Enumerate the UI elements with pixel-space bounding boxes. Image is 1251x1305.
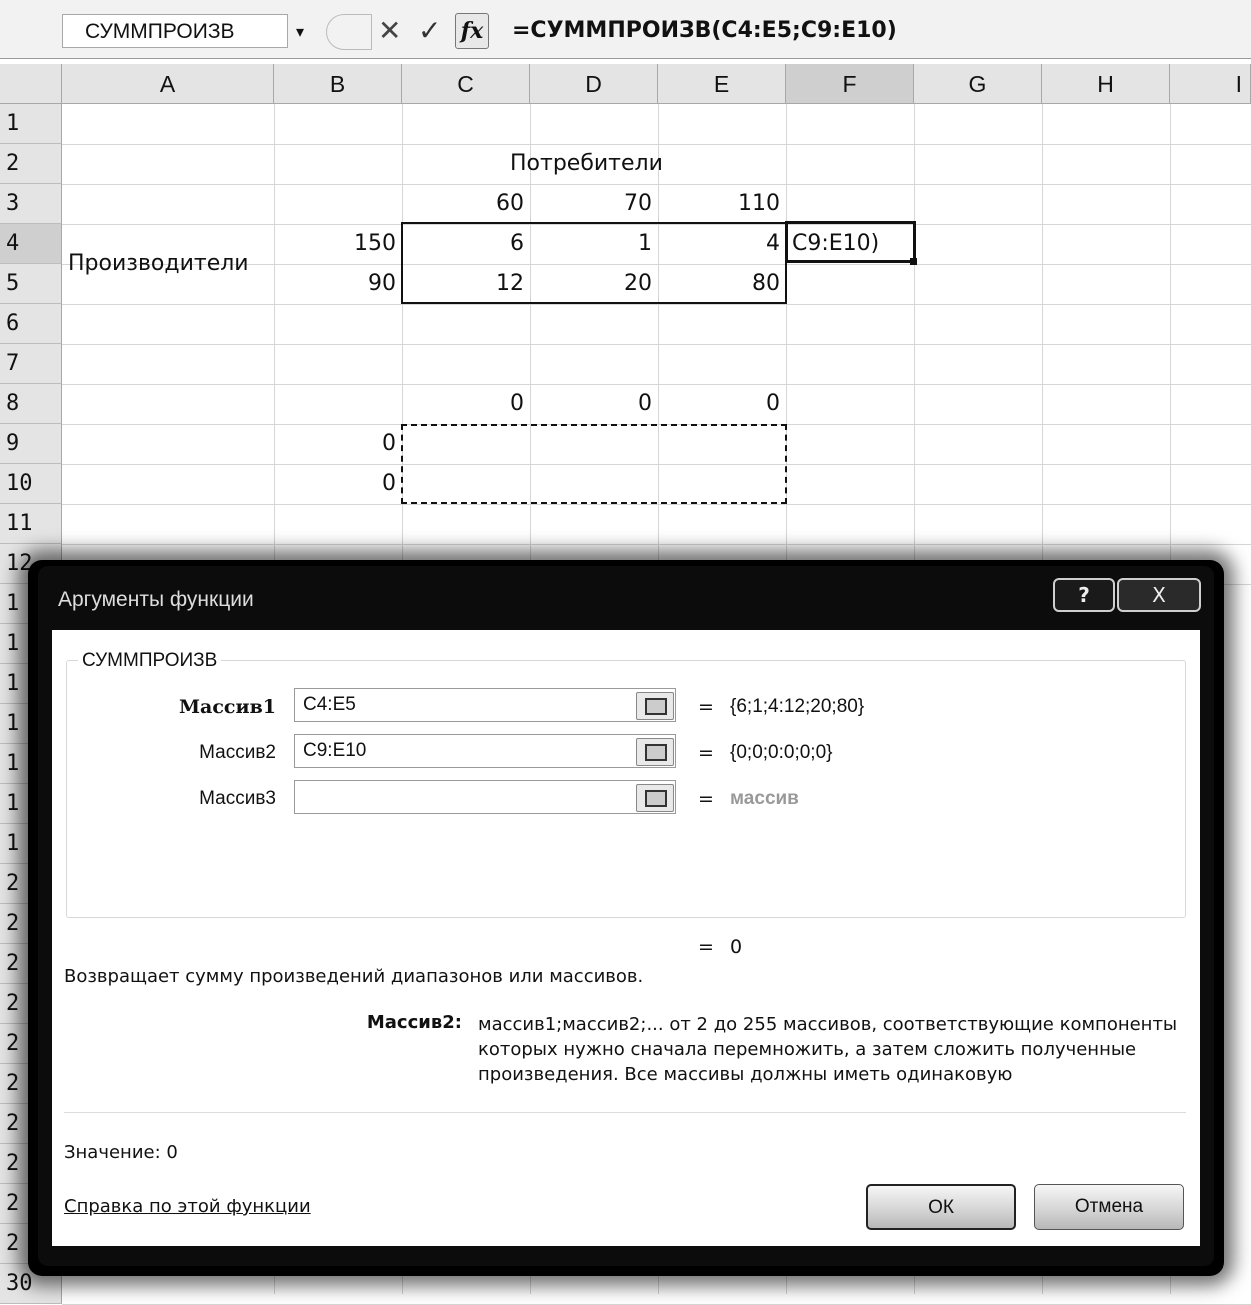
arg2-input[interactable]: C9:E10 (294, 734, 676, 768)
gridline (62, 304, 1251, 305)
cell-c8[interactable]: 0 (402, 384, 524, 424)
arg3-label: Массив3 (199, 788, 276, 809)
range-border-c4-e5 (401, 222, 787, 304)
column-header-h[interactable]: H (1042, 64, 1170, 104)
name-box-dropdown-icon[interactable]: ▾ (296, 22, 304, 41)
gridline (62, 504, 1251, 505)
row-header[interactable]: 7 (0, 344, 62, 384)
function-description: Возвращает сумму произведений диапазонов… (64, 966, 644, 987)
arg1-result: {6;1;4:12;20;80} (730, 696, 865, 717)
arg2-label: Массив2 (199, 742, 276, 763)
arg1-equals: = (698, 696, 714, 718)
formula-bar-divider (326, 14, 372, 50)
row-header[interactable]: 8 (0, 384, 62, 424)
cancel-icon[interactable]: ✕ (378, 14, 401, 48)
column-header-i[interactable]: I (1170, 64, 1251, 104)
row-header[interactable]: 6 (0, 304, 62, 344)
column-header-a[interactable]: A (62, 64, 274, 104)
row-header[interactable]: 2 (0, 144, 62, 184)
cell-c3[interactable]: 60 (402, 184, 524, 224)
arg3-collapse-icon[interactable] (636, 784, 674, 812)
cell-e3[interactable]: 110 (658, 184, 780, 224)
argument-help-name: Массив2: (366, 1012, 462, 1033)
function-arguments-dialog: Аргументы функции ? X СУММПРОИЗВ Массив1… (38, 566, 1214, 1266)
arg1-collapse-icon[interactable] (636, 692, 674, 720)
arg2-result: {0;0;0:0;0;0} (730, 742, 833, 763)
cell-a4-merged[interactable]: Производители (68, 244, 249, 284)
cell-b10[interactable]: 0 (274, 464, 396, 504)
divider (64, 1112, 1186, 1113)
select-all-corner[interactable] (0, 64, 62, 104)
value-line: Значение: 0 (64, 1142, 178, 1163)
arg3-input[interactable] (294, 780, 676, 814)
cell-b9[interactable]: 0 (274, 424, 396, 464)
close-button[interactable]: X (1117, 578, 1201, 612)
column-header-d[interactable]: D (530, 64, 658, 104)
formula-input[interactable]: =СУММПРОИЗВ(C4:E5;C9:E10) (512, 14, 897, 48)
arg1-input[interactable]: C4:E5 (294, 688, 676, 722)
dialog-body: СУММПРОИЗВ Массив1 C4:E5 = {6;1;4:12;20;… (52, 630, 1200, 1246)
cancel-button[interactable]: Отмена (1034, 1184, 1184, 1230)
column-header-f[interactable]: F (786, 64, 914, 104)
help-button[interactable]: ? (1053, 578, 1115, 612)
row-header[interactable]: 5 (0, 264, 62, 304)
column-header-c[interactable]: C (402, 64, 530, 104)
gridline (62, 384, 1251, 385)
arg3-equals: = (698, 788, 714, 810)
argument-help-text: массив1;массив2;... от 2 до 255 массивов… (478, 1014, 1178, 1085)
row-header[interactable]: 4 (0, 224, 62, 264)
formula-result-equals: = (698, 936, 714, 958)
insert-function-icon[interactable]: fx (455, 13, 489, 49)
active-cell-f4[interactable] (785, 221, 916, 263)
function-help-link[interactable]: Справка по этой функции (64, 1196, 311, 1217)
column-header-e[interactable]: E (658, 64, 786, 104)
column-header-b[interactable]: B (274, 64, 402, 104)
gridline (62, 184, 1251, 185)
formula-result: 0 (730, 936, 743, 958)
cell-b5[interactable]: 90 (274, 264, 396, 304)
dialog-title: Аргументы функции (58, 588, 254, 611)
fill-handle[interactable] (910, 258, 917, 265)
column-header-g[interactable]: G (914, 64, 1042, 104)
row-header[interactable]: 11 (0, 504, 62, 544)
marquee-c9-e10 (401, 424, 787, 504)
cell-d3[interactable]: 70 (530, 184, 652, 224)
cell-d2[interactable]: Потребители (510, 144, 710, 184)
cell-e8[interactable]: 0 (658, 384, 780, 424)
function-name: СУММПРОИЗВ (78, 650, 222, 672)
formula-bar: СУММПРОИЗВ ▾ ✕ ✓ fx =СУММПРОИЗВ(C4:E5;C9… (0, 0, 1251, 59)
row-header[interactable]: 1 (0, 104, 62, 144)
arg2-equals: = (698, 742, 714, 764)
ok-button[interactable]: ОК (866, 1184, 1016, 1230)
gridline (62, 344, 1251, 345)
row-header[interactable]: 3 (0, 184, 62, 224)
gridline (62, 544, 1251, 545)
row-header[interactable]: 9 (0, 424, 62, 464)
cell-b4[interactable]: 150 (274, 224, 396, 264)
enter-icon[interactable]: ✓ (418, 14, 441, 48)
arg2-collapse-icon[interactable] (636, 738, 674, 766)
cell-d8[interactable]: 0 (530, 384, 652, 424)
arg1-label: Массив1 (179, 696, 276, 718)
name-box[interactable]: СУММПРОИЗВ (62, 14, 288, 48)
row-header[interactable]: 10 (0, 464, 62, 504)
arg3-result: массив (730, 788, 799, 809)
